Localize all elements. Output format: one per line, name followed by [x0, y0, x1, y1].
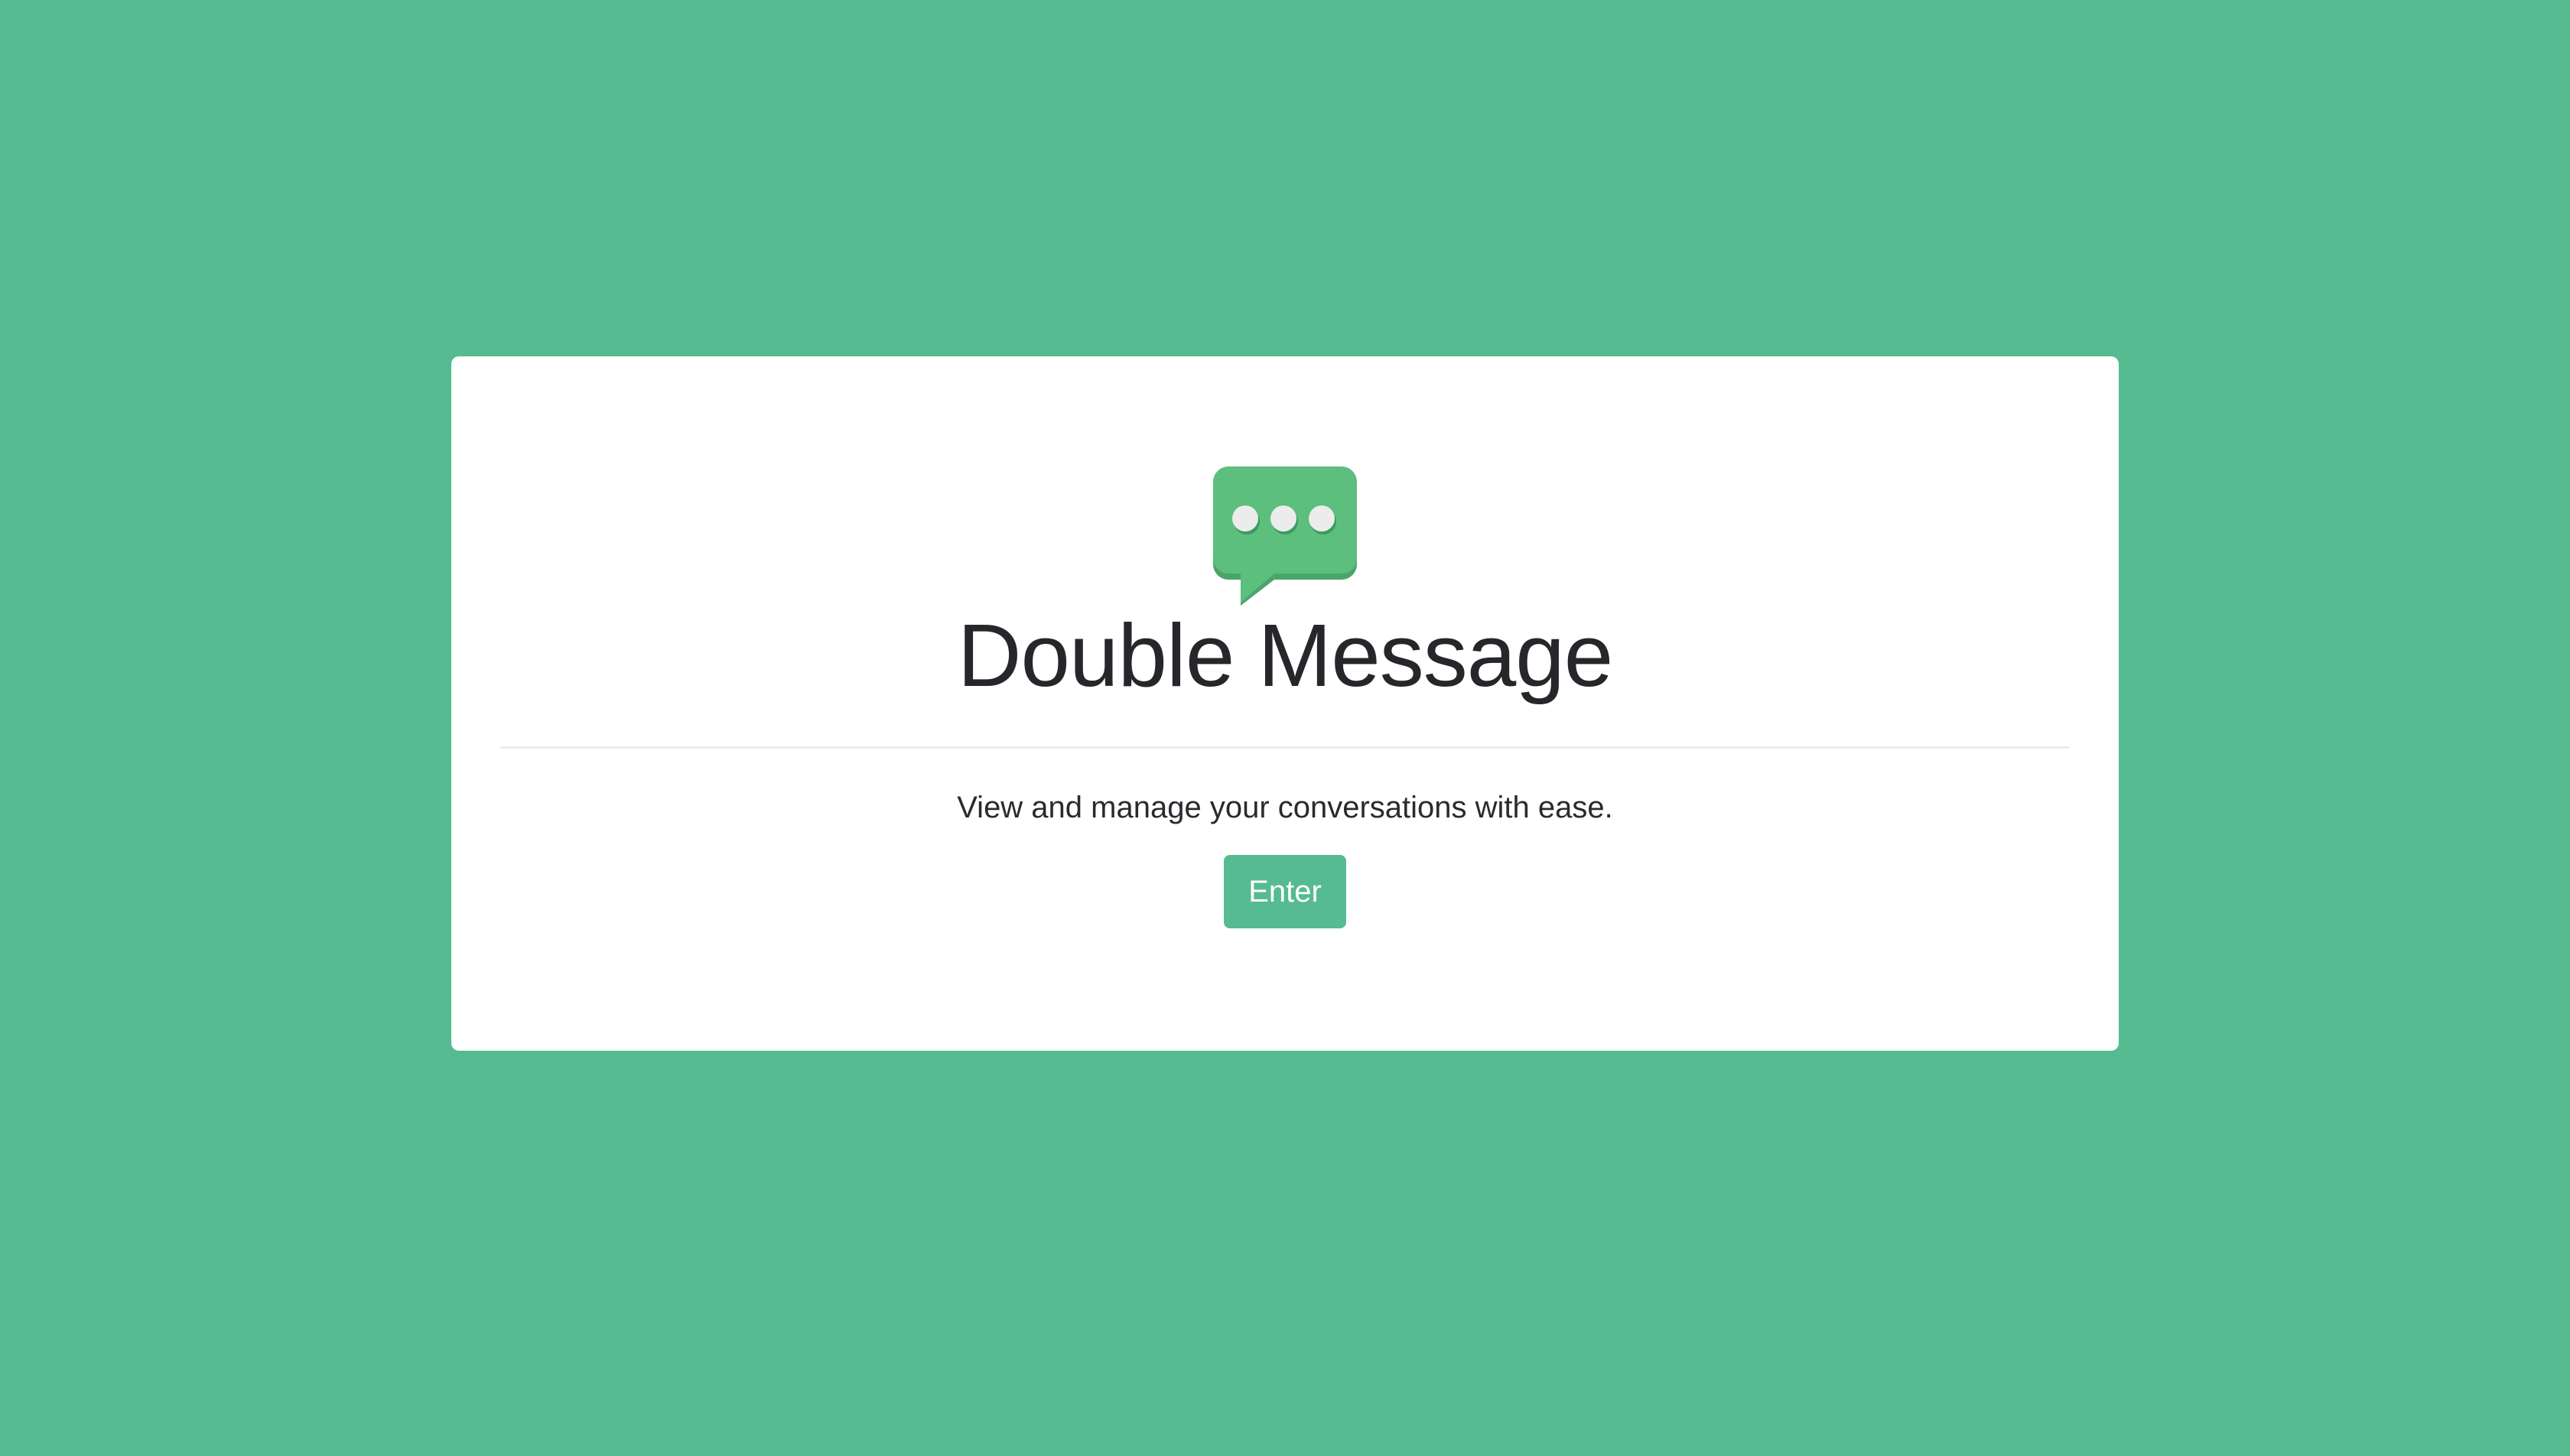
enter-button[interactable]: Enter: [1224, 855, 1346, 928]
page-title: Double Message: [957, 606, 1614, 705]
welcome-card: Double Message View and manage your conv…: [451, 356, 2119, 1051]
divider: [500, 746, 2070, 749]
speech-bubble-icon: [1213, 466, 1357, 606]
tagline: View and manage your conversations with …: [957, 791, 1613, 824]
